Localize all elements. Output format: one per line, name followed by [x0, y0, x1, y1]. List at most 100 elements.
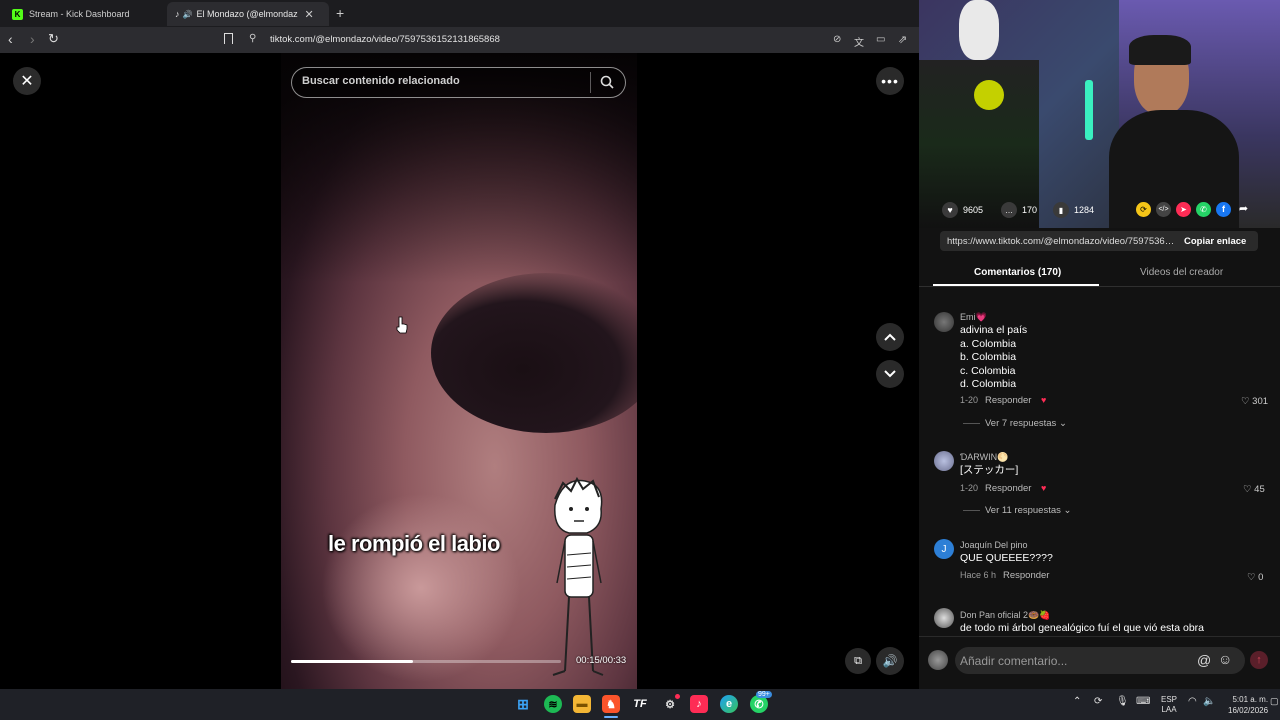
tab-kick-dashboard[interactable]: K Stream - Kick Dashboard	[4, 2, 164, 26]
like-count: 0	[1258, 572, 1264, 583]
tray-overflow-icon[interactable]: ⌃	[1073, 696, 1081, 707]
language-indicator[interactable]: ESP LAA	[1161, 695, 1177, 715]
reply-button[interactable]: Responder	[985, 395, 1031, 406]
comment-text: QUE QUEEEE????	[960, 552, 1053, 564]
tiktok-app-icon[interactable]: ♪	[690, 695, 708, 713]
clock-time: 5:01 a. m.	[1232, 695, 1269, 704]
save-stat[interactable]: ▮ 1284	[1053, 202, 1094, 218]
back-button[interactable]: ‹	[8, 31, 13, 47]
chevron-down-icon	[884, 370, 896, 378]
replies-line	[963, 510, 980, 511]
comment-count: 170	[1022, 205, 1038, 215]
save-count: 1284	[1074, 205, 1095, 215]
floating-player-button[interactable]: ⧉	[845, 648, 871, 674]
reload-button[interactable]: ↻	[48, 31, 59, 47]
notifications-icon[interactable]: ▢	[1270, 696, 1279, 707]
avatar[interactable]	[934, 608, 954, 628]
comment-author[interactable]: Don Pan oficial 2🍩🍓	[960, 610, 1050, 621]
more-options-button[interactable]: •••	[876, 67, 904, 95]
repost-icon[interactable]: ⟳	[1136, 202, 1151, 217]
comment-text: de todo mi árbol genealógico fuí el que …	[960, 622, 1204, 634]
avatar[interactable]	[934, 451, 954, 471]
share-link-text[interactable]: https://www.tiktok.com/@elmondazo/video/…	[947, 236, 1175, 247]
volume-tray-icon[interactable]: 🔈	[1203, 696, 1215, 707]
spotify-icon[interactable]: ≋	[544, 695, 562, 713]
send-comment-button[interactable]: ↑	[1250, 651, 1268, 669]
next-video-button[interactable]	[876, 360, 904, 388]
tf-app-icon[interactable]: TF	[631, 695, 649, 713]
tab-title: Stream - Kick Dashboard	[29, 9, 130, 19]
comment-author[interactable]: Joaquín Del pino	[960, 540, 1028, 550]
comment-likes[interactable]: ♡ 0	[1247, 572, 1263, 583]
windows-start-icon[interactable]: ⊞	[514, 695, 532, 713]
video-timecode: 00:15/00:33	[576, 655, 627, 666]
url-field[interactable]: tiktok.com/@elmondazo/video/759753615213…	[270, 34, 500, 45]
comment-likes[interactable]: ♡ 301	[1241, 396, 1268, 407]
previous-video-button[interactable]	[876, 323, 904, 351]
whatsapp-icon[interactable]: ✆	[1196, 202, 1211, 217]
tab-tiktok[interactable]: ♪ 🔊 El Mondazo (@elmondazo) | ✕	[167, 2, 329, 26]
comment-line: adivina el país	[960, 324, 1028, 336]
close-tab-icon[interactable]: ✕	[304, 8, 313, 21]
clock[interactable]: 5:01 a. m. 16/02/2026	[1228, 694, 1268, 716]
creator-liked-icon: ♥	[1041, 395, 1047, 405]
like-stat[interactable]: ♥ 9605	[942, 202, 983, 218]
translate-icon[interactable]: 文	[854, 34, 864, 49]
avatar[interactable]: J	[934, 539, 954, 559]
tab-title: El Mondazo (@elmondazo) |	[196, 9, 298, 19]
view-replies-button[interactable]: Ver 7 respuestas ⌄	[985, 418, 1067, 429]
video-frame-detail	[431, 273, 637, 433]
emoji-icon[interactable]: ☺	[1218, 651, 1232, 667]
embed-icon[interactable]: </>	[1156, 202, 1171, 217]
clock-date: 16/02/2026	[1228, 706, 1269, 715]
search-icon[interactable]	[600, 75, 614, 89]
keyboard-icon[interactable]: ⌨	[1136, 696, 1150, 707]
facebook-icon[interactable]: f	[1216, 202, 1231, 217]
like-count: 301	[1252, 396, 1269, 407]
volume-button[interactable]: 🔊	[876, 647, 904, 675]
view-replies-label: Ver 11 respuestas	[985, 505, 1061, 516]
active-app-indicator	[604, 716, 618, 718]
comment-likes[interactable]: ♡ 45	[1243, 484, 1265, 495]
speaker-icon: 🔊	[882, 654, 898, 668]
wifi-icon[interactable]: ◠	[1188, 696, 1197, 707]
send-icon[interactable]: ➤	[1176, 202, 1191, 217]
share-arrow-icon[interactable]: ➦	[1236, 202, 1251, 217]
share-icon[interactable]: ⇗	[898, 33, 907, 46]
mention-icon[interactable]: @	[1197, 652, 1211, 668]
sync-icon[interactable]: ⟳	[1094, 696, 1102, 707]
bookmark-icon[interactable]	[224, 33, 233, 44]
tab-creator-videos[interactable]: Videos del creador	[1140, 267, 1223, 278]
avatar[interactable]	[934, 312, 954, 332]
comment-author[interactable]: Emi💗	[960, 312, 987, 323]
more-dots-icon: •••	[881, 73, 899, 89]
comment-stat[interactable]: … 170	[1001, 202, 1037, 218]
edge-icon[interactable]: e	[720, 695, 738, 713]
brave-browser-icon[interactable]: ♞	[602, 695, 620, 713]
notification-dot	[675, 694, 680, 699]
new-tab-button[interactable]: +	[336, 5, 344, 21]
reader-mode-icon[interactable]: ⊘	[833, 34, 841, 45]
close-button[interactable]: ✕	[13, 67, 41, 95]
site-info-icon[interactable]: ⚲	[249, 33, 256, 44]
heart-icon: ♥	[942, 202, 958, 218]
comment-text: adivina el país a. Colombia b. Colombia …	[960, 324, 1027, 392]
tab-comments[interactable]: Comentarios (170)	[974, 267, 1061, 278]
reply-button[interactable]: Responder	[1003, 570, 1049, 581]
video-player[interactable]	[281, 53, 637, 689]
cast-icon[interactable]: ▭	[876, 34, 885, 45]
unread-badge: 99+	[756, 691, 772, 698]
comment-author[interactable]: ƊARWIN🌕	[960, 452, 1008, 463]
arrow-up-icon: ↑	[1256, 654, 1262, 666]
forward-button[interactable]: ›	[30, 31, 35, 47]
comment-line: c. Colombia	[960, 364, 1016, 377]
creator-liked-icon: ♥	[1041, 483, 1047, 493]
file-explorer-icon[interactable]: ▬	[573, 695, 591, 713]
chevron-up-icon	[884, 333, 896, 341]
view-replies-button[interactable]: Ver 11 respuestas ⌄	[985, 505, 1071, 516]
reply-button[interactable]: Responder	[985, 483, 1031, 494]
language-code: ESP	[1161, 695, 1178, 704]
comment-bubble-icon: …	[1001, 202, 1017, 218]
microphone-icon[interactable]: 🎙	[1116, 696, 1129, 707]
copy-link-button[interactable]: Copiar enlace	[1184, 236, 1246, 247]
